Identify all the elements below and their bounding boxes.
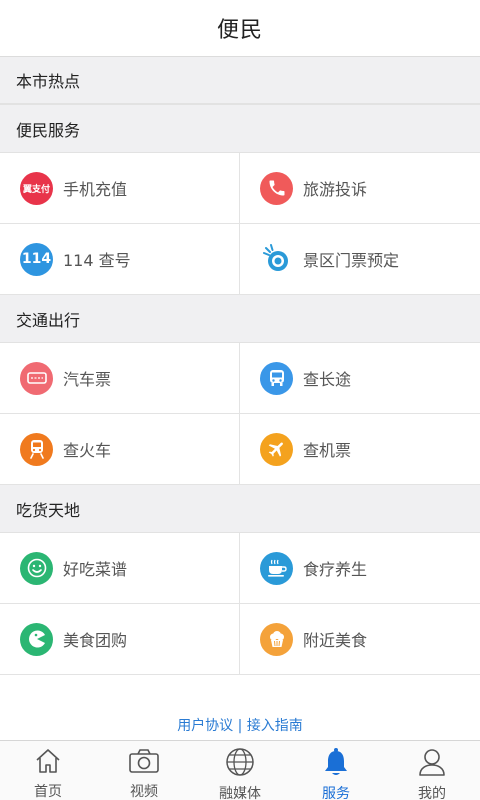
service-bus-ticket[interactable]: 汽车票	[0, 343, 240, 414]
tab-mine[interactable]: 我的	[384, 741, 480, 800]
bottom-tab-bar: 首页 视频 融媒体 服务 我的	[0, 740, 480, 800]
tab-label: 服务	[322, 786, 350, 800]
page-title: 便民	[216, 18, 263, 43]
icon-text: 114	[21, 251, 52, 267]
user-icon	[417, 747, 447, 781]
tab-label: 我的	[418, 786, 446, 800]
tab-services[interactable]: 服务	[288, 741, 384, 800]
service-train[interactable]: 查火车	[0, 414, 240, 485]
footer-link-text[interactable]: 用户协议 | 接入指南	[177, 715, 303, 735]
service-phone-recharge[interactable]: 翼支付 手机充值	[0, 153, 240, 224]
service-diet-health[interactable]: 食疗养生	[240, 533, 480, 604]
tab-label: 视频	[130, 784, 158, 800]
bus-ticket-icon	[20, 361, 53, 395]
convenience-grid: 翼支付 手机充值 旅游投诉 114 114 查号 景区门票预定	[0, 153, 480, 295]
muffin-icon	[260, 622, 293, 656]
service-scenic-tickets[interactable]: 景区门票预定	[240, 224, 480, 295]
service-label: 查长途	[303, 370, 352, 389]
plane-icon	[260, 432, 293, 466]
service-label: 好吃菜谱	[63, 560, 128, 579]
section-hot-topics[interactable]: 本市热点	[0, 57, 480, 105]
service-list[interactable]: 本市热点 便民服务 翼支付 手机充值 旅游投诉 114 114 查号 景区门票预…	[0, 57, 480, 740]
camera-icon	[128, 747, 160, 779]
service-label: 手机充值	[63, 180, 128, 199]
service-label: 查机票	[303, 441, 352, 460]
tab-label: 首页	[34, 784, 62, 800]
pacman-icon	[20, 622, 53, 656]
transport-grid: 汽车票 查长途 查火车 查机票	[0, 343, 480, 485]
service-114-lookup[interactable]: 114 114 查号	[0, 224, 240, 295]
service-nearby-food[interactable]: 附近美食	[240, 604, 480, 675]
tab-home[interactable]: 首页	[0, 741, 96, 800]
tab-video[interactable]: 视频	[96, 741, 192, 800]
service-recipes[interactable]: 好吃菜谱	[0, 533, 240, 604]
bell-icon	[322, 747, 350, 781]
service-group-buy[interactable]: 美食团购	[0, 604, 240, 675]
phone-icon	[260, 171, 293, 205]
service-label: 食疗养生	[303, 560, 368, 579]
section-convenience-services: 便民服务	[0, 105, 480, 153]
tab-label: 融媒体	[219, 786, 261, 800]
app-header: 便民	[0, 0, 480, 57]
smile-icon	[20, 551, 53, 585]
section-transport: 交通出行	[0, 295, 480, 343]
service-label: 114 查号	[63, 251, 131, 270]
service-label: 附近美食	[303, 631, 368, 650]
service-flight[interactable]: 查机票	[240, 414, 480, 485]
service-label: 查火车	[63, 441, 112, 460]
ticket-logo-icon	[260, 242, 293, 276]
teacup-icon	[260, 551, 293, 585]
service-label: 旅游投诉	[303, 180, 368, 199]
svg-text:翼支付: 翼支付	[22, 183, 50, 195]
globe-icon	[225, 747, 255, 781]
service-label: 景区门票预定	[303, 251, 400, 270]
service-label: 美食团购	[63, 631, 128, 650]
service-label: 汽车票	[63, 370, 112, 389]
section-food: 吃货天地	[0, 485, 480, 533]
yijiafu-icon: 翼支付	[20, 171, 53, 205]
114-icon: 114	[20, 242, 53, 276]
train-icon	[20, 432, 53, 466]
food-grid: 好吃菜谱 食疗养生 美食团购 附近美食	[0, 533, 480, 675]
tab-media[interactable]: 融媒体	[192, 741, 288, 800]
service-travel-complaint[interactable]: 旅游投诉	[240, 153, 480, 224]
bus-icon	[260, 361, 293, 395]
footer-links[interactable]: 用户协议 | 接入指南	[0, 675, 480, 735]
service-long-distance[interactable]: 查长途	[240, 343, 480, 414]
home-icon	[33, 747, 63, 779]
